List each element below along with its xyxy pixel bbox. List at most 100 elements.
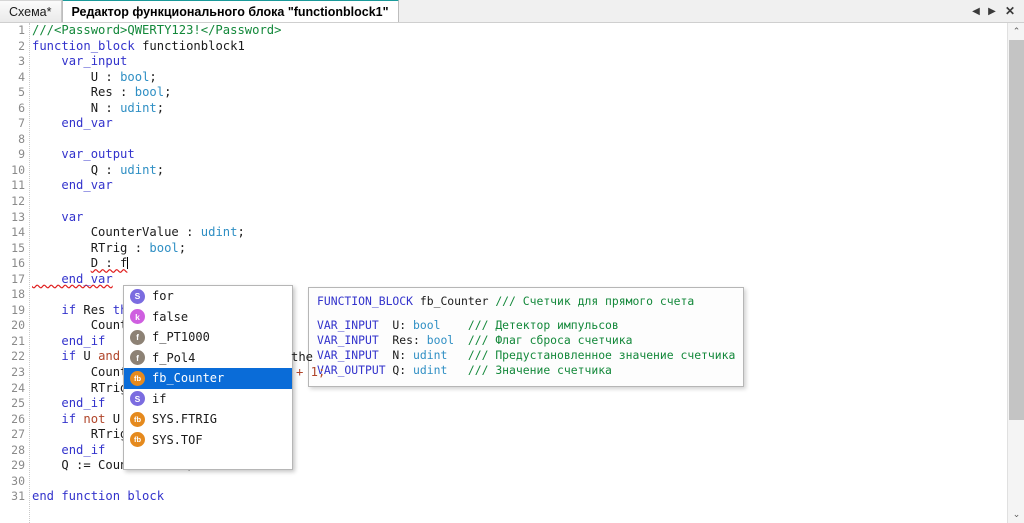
line-number: 26 (11, 411, 25, 426)
tab-bar: Схема* Редактор функционального блока "f… (0, 0, 1024, 23)
code-token: Res : (32, 85, 135, 100)
code-line[interactable]: Res : bool; (32, 85, 1007, 101)
code-token: var_output (61, 147, 135, 162)
code-token: ; (178, 240, 187, 255)
code-line[interactable]: end_var (32, 178, 1007, 194)
line-number: 29 (11, 458, 25, 473)
code-token: RTrig : (32, 240, 150, 255)
autocomplete-item[interactable]: fb SYS.TOF (124, 430, 292, 451)
line-number: 12 (11, 194, 25, 209)
signature-token (454, 333, 468, 347)
line-number: 31 (11, 489, 25, 504)
code-line[interactable]: RTrig : bool; (32, 241, 1007, 257)
tab-scroll-left-icon[interactable]: ◀ (968, 0, 984, 22)
code-token: udint (120, 162, 157, 177)
code-line[interactable]: function_block functionblock1 (32, 39, 1007, 55)
signature-token (447, 348, 468, 362)
autocomplete-item[interactable]: k false (124, 307, 292, 328)
autocomplete-item[interactable]: f f_PT1000 (124, 327, 292, 348)
signature-token: /// Предустановленное значение счетчика (467, 348, 736, 362)
code-line[interactable] (32, 194, 1007, 210)
code-token: bool (134, 85, 165, 100)
code-line-fragment: the (291, 349, 314, 364)
autocomplete-item[interactable]: fb SYS.FTRIG (124, 409, 292, 430)
scroll-up-icon[interactable]: ⌃ (1008, 23, 1024, 40)
close-icon[interactable]: ✕ (1000, 0, 1020, 22)
code-line[interactable] (32, 132, 1007, 148)
code-token: end_var (61, 178, 113, 193)
signature-spacer (317, 309, 735, 318)
code-token: function_block (32, 38, 135, 53)
autocomplete-item-label: SYS.TOF (152, 432, 203, 447)
code-token: end_var (61, 116, 113, 131)
code-token: U (76, 349, 99, 364)
tab-scheme[interactable]: Схема* (0, 0, 62, 22)
autocomplete-popup[interactable]: Sfor k false f f_PT1000 f f_Pol4 fb fb_Counter Si… (123, 285, 293, 470)
code-line[interactable] (32, 474, 1007, 490)
signature-token: VAR_INPUT (317, 333, 386, 347)
function-badge-icon: f (130, 329, 145, 345)
autocomplete-item[interactable]: Sif (124, 389, 292, 410)
signature-token: bool (426, 333, 455, 347)
tab-function-block-editor[interactable]: Редактор функционального блока "function… (61, 0, 399, 22)
text-caret (127, 257, 129, 270)
code-line[interactable]: ///<Password>QWERTY123!</Password> (32, 23, 1007, 39)
code-line[interactable]: end_var (32, 116, 1007, 132)
vertical-scrollbar[interactable]: ⌃ ⌄ (1007, 23, 1024, 523)
signature-token: bool (413, 318, 441, 332)
code-token: ; (149, 69, 157, 84)
autocomplete-item[interactable]: Sfor (124, 286, 292, 307)
signature-token: Res: (385, 333, 427, 347)
line-number: 9 (18, 147, 25, 162)
snippet-badge-icon: S (130, 391, 145, 407)
signature-token: N: (385, 348, 414, 362)
line-number: 2 (18, 38, 25, 53)
scroll-down-icon[interactable]: ⌄ (1008, 506, 1024, 523)
code-token: var (61, 209, 84, 224)
code-line[interactable]: end function block (32, 489, 1007, 505)
autocomplete-item[interactable]: f f_Pol4 (124, 348, 292, 369)
signature-param-line: VAR_INPUT N: udint /// Предустановленное… (317, 348, 735, 363)
line-number: 28 (11, 442, 25, 457)
autocomplete-item[interactable]: fb fb_Counter (124, 368, 292, 389)
line-number: 18 (11, 287, 25, 302)
tab-scroll-right-icon[interactable]: ▶ (984, 0, 1000, 22)
code-line[interactable]: var_output (32, 147, 1007, 163)
code-line[interactable]: var (32, 210, 1007, 226)
code-line[interactable]: Q : udint; (32, 163, 1007, 179)
line-number: 15 (11, 240, 25, 255)
code-line[interactable]: var_input (32, 54, 1007, 70)
code-line[interactable]: D : f (32, 256, 1007, 272)
code-token: udint (120, 100, 157, 115)
code-line[interactable]: N : udint; (32, 101, 1007, 117)
scrollbar-thumb[interactable] (1009, 40, 1024, 420)
code-token: RTrig (32, 380, 128, 395)
code-token: functionblock1 (134, 38, 245, 53)
line-number: 16 (11, 256, 25, 271)
signature-token: VAR_OUTPUT (317, 363, 386, 377)
code-token: end_if (61, 442, 106, 457)
signature-token: VAR_INPUT (317, 348, 386, 362)
code-token: Counte (32, 318, 135, 333)
signature-token: U: (385, 318, 414, 332)
line-number: 24 (11, 380, 25, 395)
code-line[interactable]: U : bool; (32, 70, 1007, 86)
code-token: Res (76, 302, 113, 317)
code-line[interactable]: CounterValue : udint; (32, 225, 1007, 241)
code-token: bool (149, 240, 179, 255)
code-token: Q : (32, 162, 121, 177)
signature-tooltip: FUNCTION_BLOCK fb_Counter /// Счетчик дл… (308, 287, 744, 387)
autocomplete-item-label: f_Pol4 (152, 350, 196, 365)
line-number: 21 (11, 333, 25, 348)
signature-token: VAR_INPUT (317, 318, 386, 332)
code-token: bool (120, 69, 150, 84)
code-token: not (83, 411, 106, 426)
